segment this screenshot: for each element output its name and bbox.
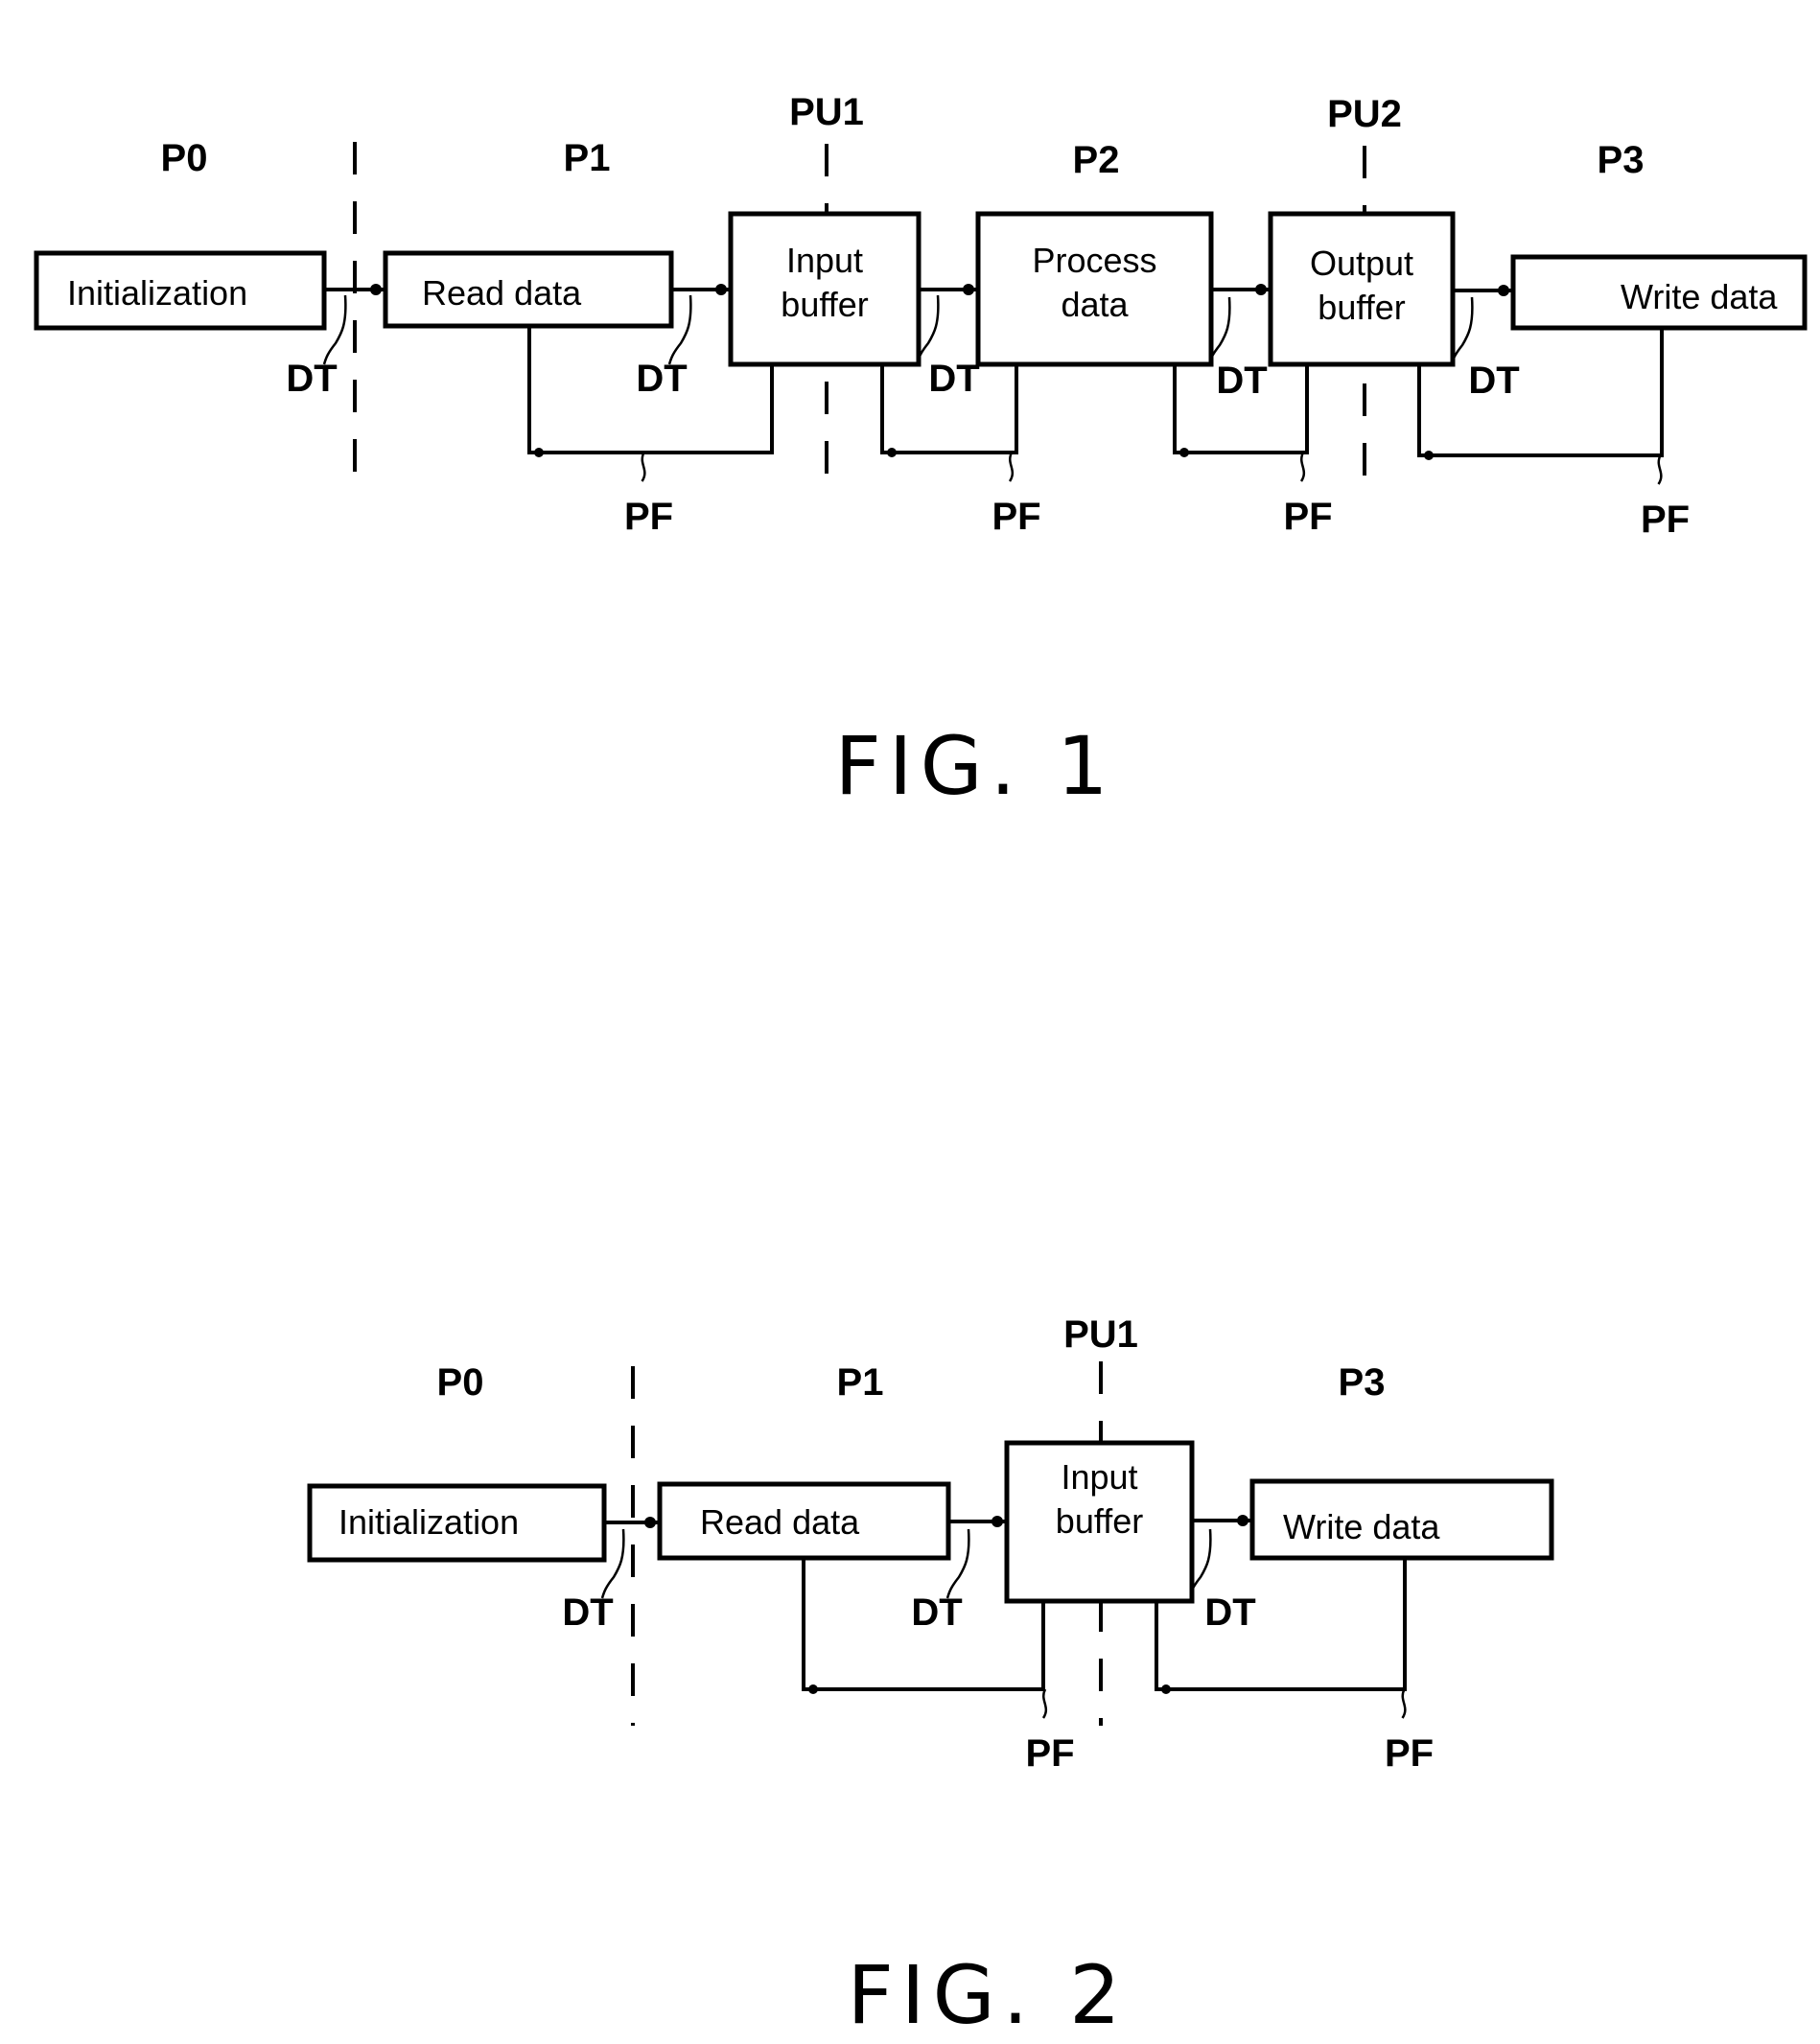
figure-caption: FIG. 1	[834, 719, 1115, 813]
block-label: Process	[1032, 241, 1156, 280]
arrowhead-dot	[1424, 451, 1434, 460]
phase-label-p0: P0	[161, 137, 208, 179]
arrowhead-dot	[887, 448, 897, 457]
block-read: Read data	[657, 1481, 951, 1561]
figure-1: P0 P1 P2 P3 PU1 PU2 PF PF PF PF DT DT DT DT DT Initiali…	[34, 91, 1808, 813]
feedback-label-pf: PF	[624, 496, 673, 538]
block-label: buffer	[781, 285, 868, 324]
transfer-label-dt: DT	[928, 358, 979, 400]
leader-line	[1299, 452, 1306, 482]
transfer-label-dt: DT	[636, 358, 687, 400]
arrowhead-dot	[992, 1516, 1003, 1527]
block-label: Write data	[1283, 1507, 1440, 1546]
block-read: Read data	[383, 250, 674, 329]
arrowhead-dot	[963, 284, 974, 295]
block-label: Output	[1310, 244, 1413, 283]
arrowhead-dot	[808, 1684, 818, 1694]
block-label: Read data	[700, 1502, 860, 1542]
block-label: Initialization	[67, 273, 247, 313]
leader-line	[641, 452, 646, 482]
arrowhead-dot	[644, 1517, 656, 1528]
phase-label-p2: P2	[1073, 139, 1120, 181]
block-init: Initialization	[307, 1483, 607, 1563]
block-label: buffer	[1318, 288, 1405, 327]
arrowhead-dot	[1237, 1515, 1248, 1526]
phase-label-p0: P0	[437, 1361, 484, 1404]
transfer-label-dt: DT	[1216, 360, 1267, 402]
feedback-label-pf: PF	[1025, 1732, 1074, 1775]
leader-line	[1401, 1688, 1407, 1719]
feedback-loop-line	[1417, 328, 1664, 457]
arrowhead-dot	[1498, 285, 1509, 296]
block-label: Input	[786, 241, 863, 280]
arrowhead-dot	[1255, 284, 1267, 295]
phase-label-p3: P3	[1339, 1361, 1386, 1404]
phase-label-p3: P3	[1598, 139, 1645, 181]
leader-line	[1657, 454, 1663, 485]
processing-unit-label-pu2: PU2	[1327, 93, 1402, 135]
block-label: buffer	[1056, 1501, 1143, 1541]
block-process: Process data	[975, 211, 1214, 367]
block-label: Initialization	[338, 1502, 519, 1542]
arrowhead-dot	[1179, 448, 1189, 457]
feedback-label-pf: PF	[1283, 496, 1332, 538]
arrowhead-dot	[1161, 1684, 1171, 1694]
transfer-label-dt: DT	[911, 1591, 962, 1634]
feedback-label-pf: PF	[1385, 1732, 1434, 1775]
block-inbuf: Inputbuffer	[1004, 1440, 1195, 1604]
processing-unit-label-pu1: PU1	[1063, 1313, 1138, 1356]
processing-unit-label-pu1: PU1	[789, 91, 864, 133]
figure-2: P0 P1 P3 PU1 PF PF DT DT DT Initialization Read da…	[307, 1313, 1554, 2042]
patent-drawing: P0 P1 P2 P3 PU1 PU2 PF PF PF PF DT DT DT DT DT Initiali…	[34, 91, 1808, 2042]
block-init: Initialization	[34, 250, 327, 331]
arrowhead-dot	[715, 284, 727, 295]
block-label: Write data	[1621, 277, 1778, 316]
leader-line	[1041, 1688, 1048, 1719]
leader-line	[1008, 452, 1015, 482]
arrowhead-dot	[534, 448, 544, 457]
leader-line	[322, 294, 347, 365]
arrowhead-dot	[370, 284, 382, 295]
feedback-label-pf: PF	[1641, 499, 1690, 541]
block-label: Read data	[422, 273, 582, 313]
phase-label-p1: P1	[564, 137, 611, 179]
feedback-label-pf: PF	[992, 496, 1040, 538]
block-write: Write data	[1510, 254, 1808, 331]
transfer-label-dt: DT	[562, 1591, 613, 1634]
block-write: Write data	[1249, 1478, 1554, 1561]
figure-caption: FIG. 2	[847, 1948, 1128, 2042]
transfer-label-dt: DT	[1468, 360, 1519, 402]
transfer-label-dt: DT	[286, 358, 337, 400]
phase-label-p1: P1	[837, 1361, 884, 1404]
block-outbuf: Output buffer	[1268, 211, 1456, 367]
block-label: data	[1061, 285, 1129, 324]
block-label: Input	[1061, 1457, 1137, 1497]
transfer-label-dt: DT	[1204, 1591, 1255, 1634]
block-inbuf: Input buffer	[728, 211, 922, 367]
